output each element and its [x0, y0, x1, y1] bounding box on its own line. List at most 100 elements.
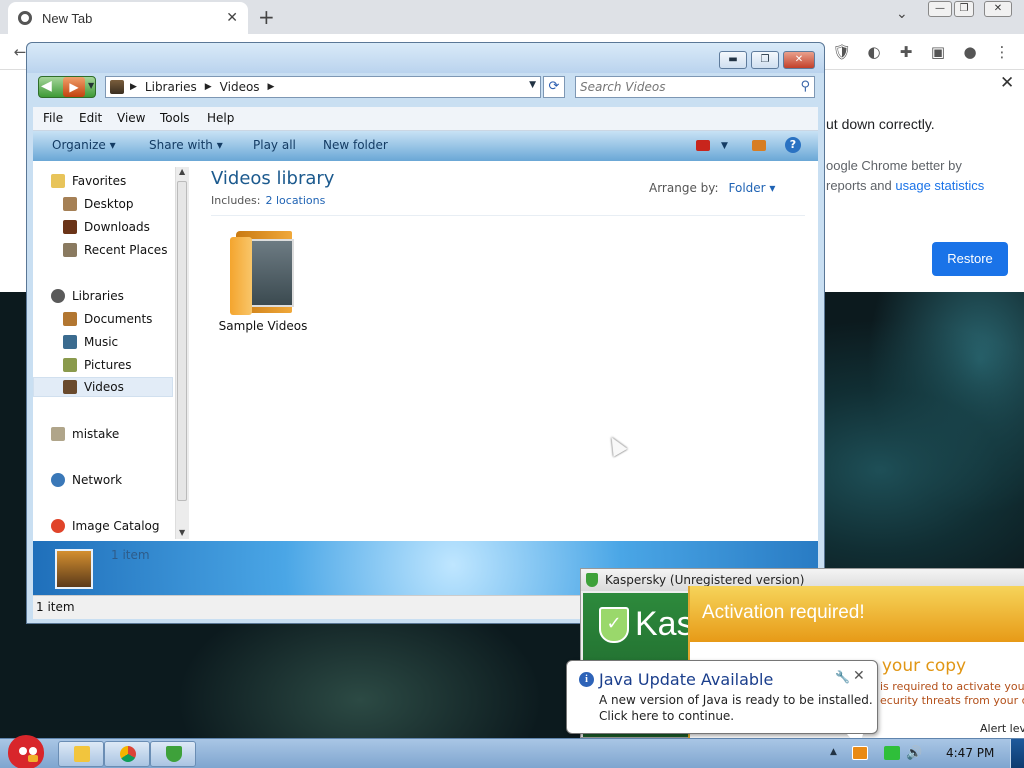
- network-tray-icon[interactable]: [884, 746, 900, 760]
- extension-ublock-icon[interactable]: 🛡: [832, 42, 852, 62]
- breadcrumb-arrow-icon[interactable]: ▶: [130, 82, 137, 92]
- nav-image-catalog[interactable]: Image Catalog: [51, 516, 159, 536]
- forward-button[interactable]: ▶: [63, 77, 85, 97]
- extension-flag-icon[interactable]: ◐: [864, 42, 884, 62]
- java-update-title: Java Update Available: [599, 670, 774, 689]
- breadcrumb-arrow-icon[interactable]: ▶: [205, 82, 212, 92]
- details-thumbnail-icon: [55, 549, 93, 589]
- nav-pictures[interactable]: Pictures: [63, 355, 132, 375]
- nav-documents[interactable]: Documents: [63, 309, 152, 329]
- nav-music[interactable]: Music: [63, 332, 118, 352]
- scroll-down-icon[interactable]: ▼: [179, 528, 185, 537]
- nav-scrollbar[interactable]: ▲ ▼: [175, 167, 189, 539]
- nav-recent-places[interactable]: Recent Places: [63, 240, 167, 260]
- explorer-close-button[interactable]: ✕: [783, 51, 815, 69]
- music-icon: [63, 335, 77, 349]
- play-all-button[interactable]: Play all: [253, 138, 296, 152]
- chrome-close-button[interactable]: ✕: [984, 1, 1012, 17]
- nav-downloads[interactable]: Downloads: [63, 217, 150, 237]
- explorer-title-bar[interactable]: ▬ ❐ ✕: [27, 43, 824, 73]
- restore-pages-dialog: ✕ ut down correctly. oogle Chrome better…: [826, 70, 1024, 292]
- menu-tools[interactable]: Tools: [160, 111, 190, 125]
- scrollbar-thumb[interactable]: [177, 181, 187, 501]
- restore-close-icon[interactable]: ✕: [1000, 73, 1014, 93]
- nav-desktop[interactable]: Desktop: [63, 194, 134, 214]
- nav-mistake[interactable]: mistake: [51, 424, 119, 444]
- start-button[interactable]: [2, 733, 50, 768]
- extensions-puzzle-icon[interactable]: ✚: [896, 42, 916, 62]
- restore-button[interactable]: Restore: [932, 242, 1008, 276]
- library-includes: Includes: 2 locations: [211, 194, 325, 207]
- help-icon[interactable]: ?: [785, 137, 801, 153]
- explorer-maximize-button[interactable]: ❐: [751, 51, 779, 69]
- nav-network-label: Network: [72, 473, 123, 487]
- breadcrumb-libraries[interactable]: Libraries: [145, 80, 197, 94]
- nav-videos[interactable]: Videos: [33, 377, 173, 397]
- nav-network[interactable]: Network: [51, 470, 122, 490]
- search-box[interactable]: ⚲: [575, 76, 815, 98]
- activation-text-2: ecurity threats from your com: [880, 694, 1024, 707]
- nav-libraries[interactable]: Libraries: [51, 286, 124, 306]
- organize-button[interactable]: Organize ▾: [52, 138, 116, 152]
- status-item-count: 1 item: [36, 600, 75, 614]
- desktop-icon: [63, 197, 77, 211]
- wrench-icon[interactable]: 🔧: [835, 670, 850, 684]
- menu-bar: File Edit View Tools Help: [33, 107, 818, 131]
- java-update-action[interactable]: Click here to continue.: [599, 709, 734, 723]
- menu-view[interactable]: View: [117, 111, 145, 125]
- scroll-up-icon[interactable]: ▲: [179, 167, 185, 176]
- videos-icon: [63, 380, 77, 394]
- search-input[interactable]: [580, 79, 780, 95]
- side-panel-icon[interactable]: ▣: [928, 42, 948, 62]
- taskbar-explorer-button[interactable]: [58, 741, 104, 767]
- chrome-tab-title: New Tab: [42, 10, 93, 26]
- volume-icon[interactable]: 🔊: [906, 746, 924, 761]
- address-bar[interactable]: ▶ Libraries ▶ Videos ▶ ▼: [105, 76, 541, 98]
- profile-avatar-icon[interactable]: ●: [960, 42, 980, 62]
- breadcrumb-arrow-icon[interactable]: ▶: [268, 82, 275, 92]
- chrome-menu-icon[interactable]: ⋮: [992, 42, 1012, 62]
- menu-help[interactable]: Help: [207, 111, 234, 125]
- activation-subtitle: e your copy: [866, 656, 967, 676]
- locations-link[interactable]: 2 locations: [265, 194, 325, 207]
- clock[interactable]: 4:47 PM: [946, 746, 994, 760]
- back-button[interactable]: ◀: [41, 78, 52, 94]
- chrome-tab-new-tab[interactable]: New Tab ✕: [8, 2, 248, 34]
- new-tab-button[interactable]: +: [258, 5, 275, 29]
- menu-edit[interactable]: Edit: [79, 111, 102, 125]
- activation-title: Activation required!: [702, 602, 865, 623]
- recent-places-icon: [63, 243, 77, 257]
- nav-favorites[interactable]: Favorites: [51, 171, 126, 191]
- change-view-icon[interactable]: [696, 140, 710, 151]
- share-with-button[interactable]: Share with ▾: [149, 138, 223, 152]
- preview-pane-icon[interactable]: [752, 140, 766, 151]
- folder-sample-videos[interactable]: Sample Videos: [215, 231, 311, 333]
- breadcrumb-videos[interactable]: Videos: [220, 80, 260, 94]
- usage-statistics-link[interactable]: usage statistics: [895, 178, 984, 193]
- notification-close-icon[interactable]: ✕: [853, 668, 865, 684]
- explorer-minimize-button[interactable]: ▬: [719, 51, 747, 69]
- java-tray-icon[interactable]: [852, 746, 868, 760]
- chrome-maximize-button[interactable]: ❐: [954, 1, 974, 17]
- chrome-minimize-button[interactable]: —: [928, 1, 952, 17]
- navigation-pane: Favorites Desktop Downloads Recent Place…: [33, 161, 193, 541]
- taskbar-chrome-button[interactable]: [104, 741, 150, 767]
- view-dropdown-icon[interactable]: ▼: [721, 141, 728, 151]
- recent-pages-dropdown[interactable]: ▼: [88, 81, 94, 90]
- java-update-notification[interactable]: i Java Update Available 🔧 ✕ A new versio…: [566, 660, 878, 748]
- show-hidden-icons-icon[interactable]: ▲: [830, 747, 837, 757]
- tab-search-button[interactable]: ⌄: [896, 6, 908, 22]
- address-dropdown-icon[interactable]: ▼: [529, 80, 536, 90]
- kaspersky-title: Kaspersky (Unregistered version): [605, 573, 805, 587]
- arrange-by-dropdown[interactable]: Folder ▾: [729, 181, 776, 195]
- chrome-icon: [120, 746, 136, 762]
- search-icon[interactable]: ⚲: [800, 79, 810, 94]
- taskbar-kaspersky-button[interactable]: [150, 741, 196, 767]
- new-folder-button[interactable]: New folder: [323, 138, 388, 152]
- tab-close-icon[interactable]: ✕: [226, 10, 238, 26]
- menu-file[interactable]: File: [43, 111, 63, 125]
- refresh-button[interactable]: ⟳: [543, 76, 565, 98]
- nav-videos-label: Videos: [84, 380, 124, 394]
- show-desktop-button[interactable]: [1010, 739, 1024, 768]
- star-icon: [51, 174, 65, 188]
